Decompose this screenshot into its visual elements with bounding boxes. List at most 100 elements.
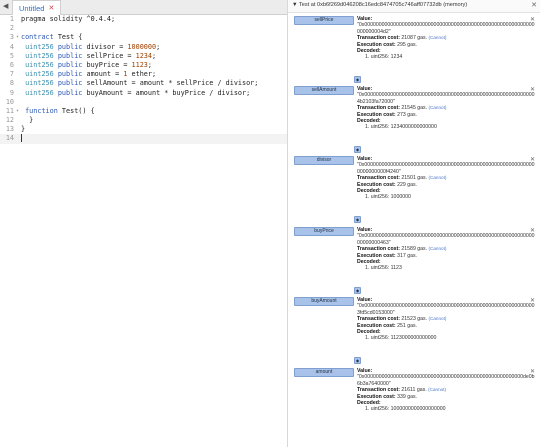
getter-button[interactable]: buyAmount [294,297,354,306]
line-number: 9 [9,88,14,97]
code-editor[interactable]: 1 pragma solidity ^0.4.4; 2 3 ▾ contract Test… [0,15,287,144]
code-text: contract Test { [21,33,82,42]
value-text: "0x0000000000000000000000000000000000000… [357,162,535,175]
decoded-value: 1. uint256: 1000000000000000000 [365,406,446,413]
code-line[interactable]: 13} [0,125,287,134]
result-details: Value: "0x0000000000000000000000000000000… [357,86,537,131]
code-token: public [57,60,83,69]
chevron-left-icon[interactable]: ◀ [3,2,8,10]
code-line[interactable]: 3 ▾ contract Test { [0,33,287,42]
code-text: function Test() { [21,107,95,116]
code-token: uint256 [25,88,54,97]
separator-icon: ◆ [354,216,361,223]
code-line[interactable]: 6 uint256 public buyPrice = 1123; [0,61,287,70]
code-token: uint256 [25,60,54,69]
debug-link[interactable]: (Cannot) [429,175,447,180]
code-token: public [57,70,83,79]
fold-toggle-icon[interactable]: ▾ [16,33,19,42]
separator-icon: ◆ [354,287,361,294]
value-text: "0x0000000000000000000000000000000000000… [357,92,535,105]
decoded-value: 1. uint256: 1000000 [365,194,411,201]
code-text: uint256 public sellAmount = amount * sel… [21,79,258,88]
code-token: sellAmount = amount * sellPrice / diviso… [82,79,259,88]
debug-link[interactable]: (Cannot) [429,105,447,110]
panel-title: ▼ Test at 0xb6f269d046208c16edc8474705c7… [292,2,468,8]
result-details: Value: "0x0000000000000000000000000000000… [357,156,537,201]
code-line[interactable]: 12 } [0,116,287,125]
code-line[interactable]: 4 uint256 public divisor = 1000000; [0,43,287,52]
text-cursor [21,134,22,143]
code-text: } [21,125,25,134]
code-line[interactable]: 9 uint256 public buyAmount = amount * bu… [0,89,287,98]
code-token: function [25,106,58,115]
line-number: 10 [5,97,14,106]
getter-button[interactable]: amount [294,368,354,377]
line-number: 12 [5,116,14,125]
code-text [21,134,22,143]
code-token: sellPrice = [82,51,136,60]
code-text: uint256 public buyAmount = amount * buyP… [21,89,250,98]
code-token: 1000000 [127,42,157,51]
code-line[interactable]: 11 ▾ function Test() { [0,107,287,116]
line-number: 6 [9,60,14,69]
tab-label: Untitled [19,3,45,13]
tab-close-icon[interactable]: ✕ [48,4,54,12]
code-token: Test { [53,33,83,42]
debug-link[interactable]: (Cannot) [429,35,447,40]
code-token: uint256 [25,70,54,79]
line-number: 5 [9,51,14,60]
code-text: uint256 public amount = 1 ether; [21,70,156,79]
fold-toggle-icon[interactable]: ▾ [16,107,19,116]
line-number: 3 [9,33,14,42]
getter-button[interactable]: sellPrice [294,16,354,25]
value-text: "0x0000000000000000000000000000000000000… [357,303,535,316]
editor-pane: ◀ Untitled ✕ 1 pragma solidity ^0.4.4; 2 3 ▾… [0,0,287,447]
code-token: 1234 [135,51,152,60]
line-number: 4 [9,42,14,51]
code-text: uint256 public divisor = 1000000; [21,43,160,52]
decoded-value: 1. uint256: 1234000000000000 [365,124,437,131]
code-line[interactable]: 14 [0,134,287,144]
debug-link[interactable]: (Cannot) [429,246,447,251]
code-text: uint256 public sellPrice = 1234; [21,52,156,61]
code-line[interactable]: 7 uint256 public amount = 1 ether; [0,70,287,79]
code-line[interactable]: 2 [0,24,287,33]
code-token: ether; [127,70,157,79]
code-token: divisor = [82,42,128,51]
value-text: "0x0000000000000000000000000000000000000… [357,374,535,387]
value-text: "0x0000000000000000000000000000000000000… [357,22,535,35]
code-token: public [57,51,83,60]
code-token: ; [151,51,157,60]
decoded-value: 1. uint256: 1123000000000000 [365,335,437,342]
separator-icon: ◆ [354,76,361,83]
code-token: public [57,42,83,51]
code-token: buyPrice = [82,60,132,69]
panel-header: ▼ Test at 0xb6f269d046208c16edc8474705c7… [288,0,540,13]
tab-untitled[interactable]: Untitled ✕ [12,0,62,15]
code-token: 1123 [131,60,148,69]
getter-button[interactable]: sellAmount [294,86,354,95]
code-token: public [57,88,83,97]
editor-tab-bar: ◀ Untitled ✕ [0,0,287,15]
result-details: Value: "0x0000000000000000000000000000000… [357,368,537,413]
code-line[interactable]: 5 uint256 public sellPrice = 1234; [0,52,287,61]
debug-link[interactable]: (Cannot) [429,316,447,321]
code-token: ; [147,60,152,69]
code-token: public [57,79,83,88]
close-icon[interactable]: ✕ [531,1,537,9]
getter-button[interactable]: buyPrice [294,227,354,236]
code-line[interactable]: 1 pragma solidity ^0.4.4; [0,15,287,24]
separator-icon: ◆ [354,357,361,364]
code-token: Test() { [57,106,95,115]
line-number: 13 [5,125,14,134]
code-line[interactable]: 10 [0,98,287,107]
debug-link[interactable]: (Cannot) [428,387,446,392]
code-line[interactable]: 8 uint256 public sellAmount = amount * s… [0,79,287,88]
value-text: "0x0000000000000000000000000000000000000… [357,233,535,246]
result-details: Value: "0x0000000000000000000000000000000… [357,227,537,272]
code-token: pragma solidity ^0.4.4; [21,15,116,23]
getter-button[interactable]: divisor [294,156,354,165]
code-token: uint256 [25,79,54,88]
code-text: pragma solidity ^0.4.4; [21,15,115,24]
code-token: ; [156,42,161,51]
